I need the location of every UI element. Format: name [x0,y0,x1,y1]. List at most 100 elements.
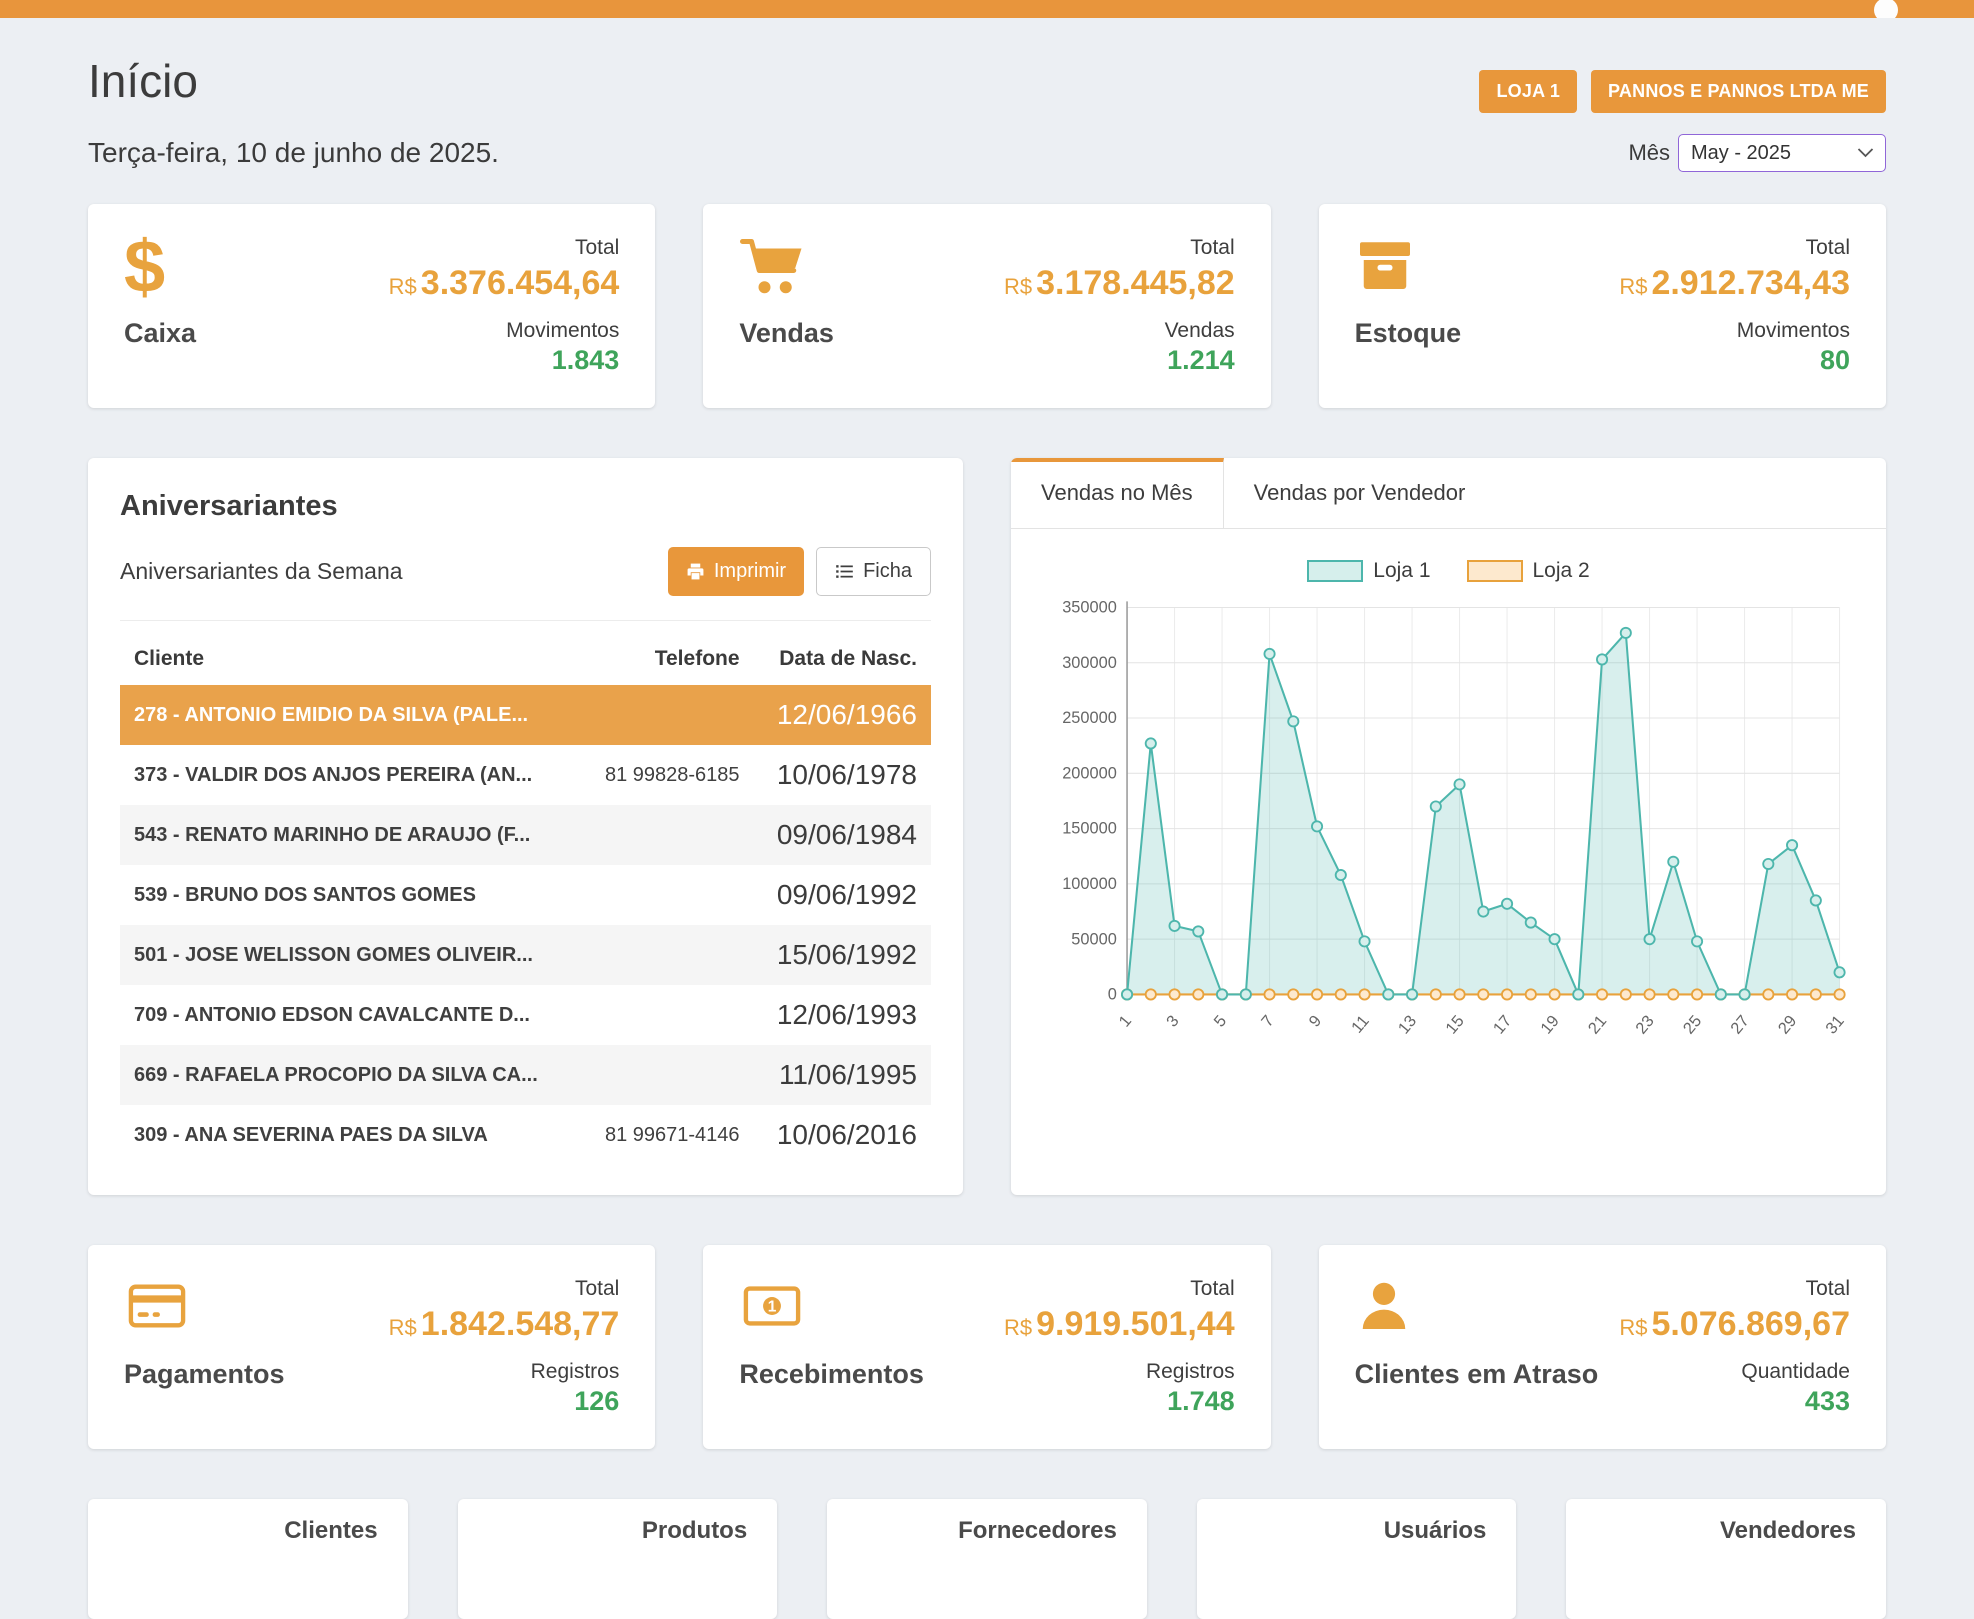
stat-total-label: Total [1004,236,1235,260]
page-title: Início [88,54,198,108]
company-button[interactable]: PANNOS E PANNOS LTDA ME [1591,70,1886,113]
birthday-row[interactable]: 373 - VALDIR DOS ANJOS PEREIRA (AN... 81… [120,745,931,805]
birthdate-cell: 10/06/1978 [754,745,931,805]
sales-month-chart: 0500001000001500002000002500003000003500… [1039,587,1858,1068]
birthdate-cell: 12/06/1993 [754,985,931,1045]
phone-cell: 81 99828-6185 [552,745,754,805]
birthday-row[interactable]: 309 - ANA SEVERINA PAES DA SILVA 81 9967… [120,1105,931,1165]
stat-total-value: R$3.178.445,82 [1004,264,1235,303]
birthdays-panel: Aniversariantes Aniversariantes da Seman… [88,458,963,1195]
dollar-icon: $ [124,236,196,302]
chart-legend: Loja 1 Loja 2 [1039,559,1858,583]
legend-swatch-loja2 [1467,560,1523,582]
column-header-telefone: Telefone [552,629,754,685]
svg-text:1: 1 [1116,1012,1136,1031]
svg-text:25: 25 [1680,1012,1705,1038]
phone-cell [552,865,754,925]
stat-total-label: Total [1619,1277,1850,1301]
phone-cell [552,685,754,745]
box-icon [1355,236,1462,302]
stat-card-recebimentos: 1 Recebimentos Total R$9.919.501,44 Regi… [703,1245,1270,1449]
birthday-row[interactable]: 278 - ANTONIO EMIDIO DA SILVA (PALE... 1… [120,685,931,745]
svg-text:23: 23 [1632,1012,1657,1038]
birthday-row[interactable]: 539 - BRUNO DOS SANTOS GOMES 09/06/1992 [120,865,931,925]
legend-item-loja2: Loja 2 [1467,559,1590,583]
stat-count-value: 1.748 [1004,1386,1235,1417]
svg-text:200000: 200000 [1062,764,1117,782]
svg-text:350000: 350000 [1062,599,1117,617]
svg-text:300000: 300000 [1062,654,1117,672]
svg-text:27: 27 [1727,1012,1752,1038]
client-cell: 709 - ANTONIO EDSON CAVALCANTE D... [120,985,552,1045]
birthdays-subtitle: Aniversariantes da Semana [120,558,403,585]
stat-total-label: Total [389,236,620,260]
stat-card-title: Vendas [739,318,834,349]
ficha-button[interactable]: Ficha [816,547,931,596]
stat-card-title: Pagamentos [124,1359,285,1390]
svg-text:9: 9 [1306,1012,1326,1031]
stat-card-clientes-atraso: Clientes em Atraso Total R$5.076.869,67 … [1319,1245,1886,1449]
svg-text:250000: 250000 [1062,709,1117,727]
stat-card-caixa: $ Caixa Total R$3.376.454,64 Movimentos … [88,204,655,408]
stat-card-title: Estoque [1355,318,1462,349]
legend-item-loja1: Loja 1 [1307,559,1430,583]
top-accent-bar [0,0,1974,18]
birthdate-cell: 09/06/1984 [754,805,931,865]
column-header-cliente: Cliente [120,629,552,685]
stat-count-value: 80 [1619,345,1850,376]
birthday-row[interactable]: 709 - ANTONIO EDSON CAVALCANTE D... 12/0… [120,985,931,1045]
stat-count-value: 433 [1619,1386,1850,1417]
phone-cell [552,925,754,985]
client-cell: 501 - JOSE WELISSON GOMES OLIVEIR... [120,925,552,985]
birthdate-cell: 09/06/1992 [754,865,931,925]
svg-text:17: 17 [1490,1012,1515,1038]
month-label: Mês [1628,140,1670,166]
svg-text:15: 15 [1442,1012,1467,1038]
birthday-row[interactable]: 501 - JOSE WELISSON GOMES OLIVEIR... 15/… [120,925,931,985]
svg-text:50000: 50000 [1071,930,1117,948]
phone-cell: 81 99671-4146 [552,1105,754,1165]
footer-card-usuarios: Usuários [1197,1499,1517,1619]
stat-total-value: R$1.842.548,77 [389,1305,620,1344]
stat-card-title: Clientes em Atraso [1355,1359,1599,1390]
birthdays-title: Aniversariantes [120,490,931,523]
svg-text:0: 0 [1108,986,1117,1004]
dashboard: Início LOJA 1 PANNOS E PANNOS LTDA ME Te… [0,18,1974,1619]
svg-text:31: 31 [1822,1012,1847,1038]
stat-count-value: 1.214 [1004,345,1235,376]
birthdate-cell: 12/06/1966 [754,685,931,745]
print-button[interactable]: Imprimir [668,547,804,596]
stat-card-pagamentos: Pagamentos Total R$1.842.548,77 Registro… [88,1245,655,1449]
stat-card-estoque: Estoque Total R$2.912.734,43 Movimentos … [1319,204,1886,408]
store-button[interactable]: LOJA 1 [1479,70,1577,113]
svg-text:13: 13 [1395,1012,1420,1038]
client-cell: 278 - ANTONIO EMIDIO DA SILVA (PALE... [120,685,552,745]
footer-card-vendedores: Vendedores [1566,1499,1886,1619]
svg-text:29: 29 [1775,1012,1800,1038]
stat-secondary-label: Vendas [1004,319,1235,343]
current-date: Terça-feira, 10 de junho de 2025. [88,137,499,169]
phone-cell [552,1045,754,1105]
tab-vendas-por-vendedor[interactable]: Vendas por Vendedor [1224,458,1496,528]
printer-icon [686,562,705,581]
client-cell: 543 - RENATO MARINHO DE ARAUJO (F... [120,805,552,865]
month-select[interactable]: May - 2025 [1678,134,1886,172]
stat-total-label: Total [1619,236,1850,260]
stat-secondary-label: Quantidade [1619,1360,1850,1384]
stat-total-value: R$5.076.869,67 [1619,1305,1850,1344]
tab-vendas-no-mes[interactable]: Vendas no Mês [1011,458,1224,528]
footer-card-fornecedores: Fornecedores [827,1499,1147,1619]
phone-cell [552,985,754,1045]
credit-card-icon [124,1277,285,1343]
birthdate-cell: 11/06/1995 [754,1045,931,1105]
user-avatar[interactable] [1874,0,1898,18]
birthday-row[interactable]: 543 - RENATO MARINHO DE ARAUJO (F... 09/… [120,805,931,865]
legend-swatch-loja1 [1307,560,1363,582]
stat-secondary-label: Registros [389,1360,620,1384]
stat-total-label: Total [389,1277,620,1301]
stat-card-title: Recebimentos [739,1359,924,1390]
stat-total-label: Total [1004,1277,1235,1301]
birthday-row[interactable]: 669 - RAFAELA PROCOPIO DA SILVA CA... 11… [120,1045,931,1105]
svg-text:5: 5 [1211,1012,1231,1031]
person-icon [1355,1277,1599,1343]
